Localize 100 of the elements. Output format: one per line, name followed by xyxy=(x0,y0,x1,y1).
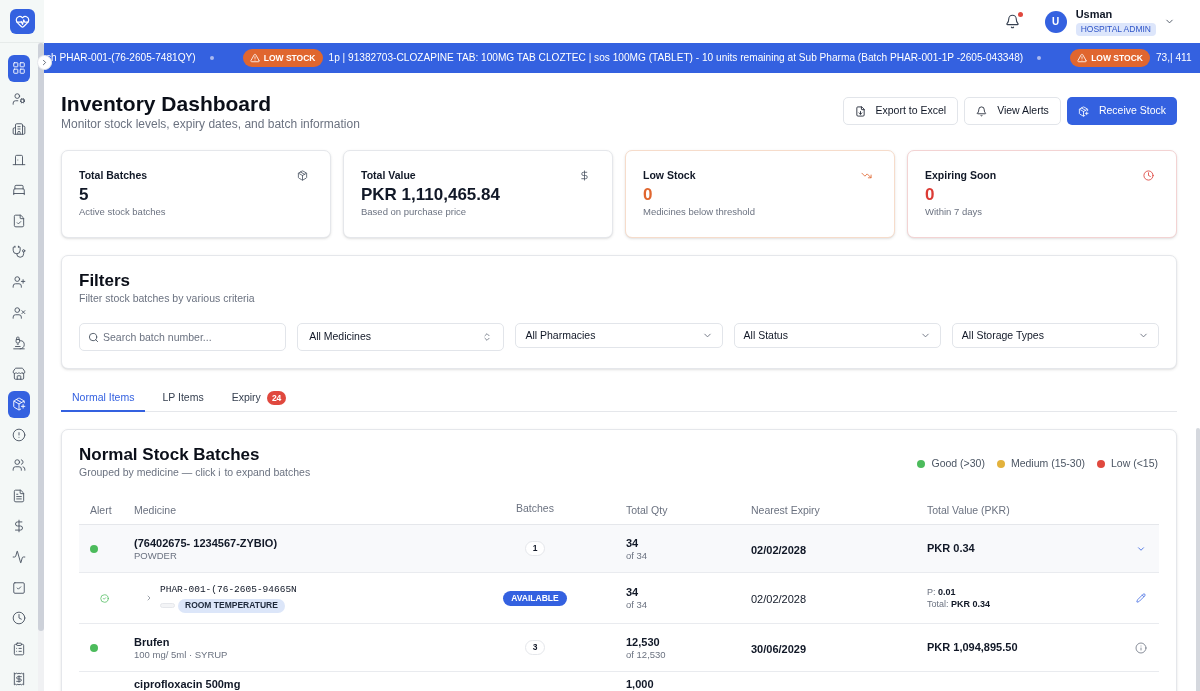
heart-pulse-icon[interactable] xyxy=(9,8,35,34)
legend-label: Good (>30) xyxy=(931,456,985,471)
column-header: Batches xyxy=(516,501,554,517)
dollar-icon xyxy=(12,519,26,534)
ticker-text: 73,| 411 xyxy=(1155,51,1192,66)
column-header: Total Qty xyxy=(626,504,668,516)
alert-type-label: LOW STOCK xyxy=(1091,51,1143,65)
user-name: Usman xyxy=(1075,7,1113,21)
user-gear-icon xyxy=(12,91,26,106)
scrollbar-thumb[interactable] xyxy=(38,43,44,631)
notification-bell-icon[interactable] xyxy=(1004,14,1020,29)
column-header: Nearest Expiry xyxy=(751,504,820,516)
warning-icon xyxy=(1077,53,1088,63)
tab[interactable]: Expiry 24 xyxy=(220,386,298,412)
pulse-line-icon xyxy=(12,550,26,564)
user-avatar[interactable]: U xyxy=(1044,10,1067,33)
stat-label: Expiring Soon xyxy=(925,168,997,182)
expiry-date: 30/06/2029 xyxy=(751,642,807,655)
line-total: Total: PKR 0.34 xyxy=(927,598,991,610)
microscope-icon xyxy=(12,336,26,351)
page-title: Inventory Dashboard xyxy=(61,91,273,117)
bell-icon xyxy=(976,105,988,117)
ticker-text: 1p | 91382703-CLOZAPINE TAB: 100MG TAB CLOZTEC | sos 100MG (TABLET) - 10 units remaining at Sub Pharma (Batch PHAR-001-1P -2605-043348) xyxy=(328,51,1024,66)
alerts-button[interactable]: View Alerts xyxy=(964,97,1061,125)
medicine-combobox[interactable]: All Medicines xyxy=(297,323,505,351)
availability-status: AVAILABLE xyxy=(503,590,567,606)
medicine-detail: POWDER xyxy=(134,549,178,562)
stat-note: Based on purchase price xyxy=(361,206,468,218)
alert-type-label: LOW STOCK xyxy=(263,51,316,65)
expiry-date: 02/02/2028 xyxy=(751,543,807,556)
store-icon xyxy=(12,366,26,381)
clock-icon xyxy=(12,611,26,626)
user-x-icon xyxy=(12,305,26,320)
table-title: Normal Stock Batches xyxy=(79,444,261,466)
column-header: Medicine xyxy=(134,504,177,516)
filter-select[interactable]: All Status xyxy=(733,323,941,348)
stat-label: Total Value xyxy=(361,168,416,182)
filter-select[interactable]: All Storage Types xyxy=(951,323,1159,348)
bed-icon xyxy=(12,183,26,198)
search-field[interactable]: Search batch number... xyxy=(79,323,287,351)
storage-tag: ROOM TEMPERATURE xyxy=(178,598,285,613)
check-circle-icon xyxy=(100,593,109,603)
building-icon xyxy=(12,122,26,137)
stat-label: Total Batches xyxy=(79,168,148,182)
package-plus-icon xyxy=(12,397,26,412)
sidebar-nav-button[interactable] xyxy=(8,54,30,82)
stat-label: Low Stock xyxy=(643,168,696,182)
empty-tag-icon xyxy=(160,603,175,608)
grid-icon xyxy=(12,61,26,76)
count-badge: 24 xyxy=(266,391,287,405)
stat-value: 0 xyxy=(925,184,936,206)
tab[interactable]: LP Items xyxy=(151,386,215,412)
filter-select[interactable]: All Pharmacies xyxy=(515,323,723,348)
chevrons-up-down-icon xyxy=(482,332,493,342)
export-button[interactable]: Export to Excel xyxy=(842,97,959,125)
quantity-value: 34 xyxy=(626,535,639,550)
user-plus-icon xyxy=(12,275,26,290)
total-value: PKR 1,094,895.50 xyxy=(927,640,1018,656)
medicine-detail: 100 mg/ 5ml · SYRUP xyxy=(134,648,228,661)
medicine-name: (76402675- 1234567-ZYBIO) xyxy=(134,535,278,550)
alert-circle-icon xyxy=(12,427,26,442)
column-header: Alert xyxy=(90,504,112,516)
stat-note: Medicines below threshold xyxy=(643,206,756,218)
stat-note: Within 7 days xyxy=(925,206,984,218)
warning-icon xyxy=(249,53,260,63)
package-plus-icon xyxy=(1077,105,1089,117)
table-subtitle: Grouped by medicine — click ℹ to expand batches xyxy=(79,466,311,479)
expiry-date: 02/02/2028 xyxy=(751,593,807,605)
scrollbar-thumb[interactable] xyxy=(1196,428,1200,691)
dollar-icon xyxy=(579,169,590,181)
stat-note: Active stock batches xyxy=(79,206,167,218)
unit-price: P: 0.01 xyxy=(927,586,956,598)
batch-number: PHAR-001-(76-2605-94665N xyxy=(160,583,297,596)
quantity-value: 34 xyxy=(626,585,639,599)
quantity-total: of 34 xyxy=(626,599,648,611)
filters-title: Filters xyxy=(79,270,132,292)
clock-icon xyxy=(1143,169,1154,181)
tab[interactable]: Normal Items xyxy=(61,386,146,412)
filters-subtitle: Filter stock batches by various criteria xyxy=(79,292,256,305)
stethoscope-icon xyxy=(12,244,26,259)
checkbox-icon xyxy=(12,580,26,595)
users-icon xyxy=(12,458,26,473)
stat-value: 0 xyxy=(643,184,654,206)
clipboard-list-icon xyxy=(12,641,26,656)
medicine-name: Brufen xyxy=(134,634,171,649)
quantity-value: 1,000 xyxy=(626,677,654,691)
edit-icon[interactable] xyxy=(1136,593,1146,603)
chevron-right-icon xyxy=(40,58,49,67)
quantity-value: 12,530 xyxy=(626,634,660,649)
batch-count: 3 xyxy=(525,640,545,655)
receive-stock-button[interactable]: Receive Stock xyxy=(1066,97,1177,125)
door-icon xyxy=(12,152,26,167)
quantity-total: of 34 xyxy=(626,549,648,562)
chevron-right-icon[interactable] xyxy=(145,594,153,602)
quantity-total: of 12,530 xyxy=(626,648,666,661)
info-icon[interactable] xyxy=(1135,641,1147,654)
document-icon xyxy=(12,488,26,503)
sidebar-nav-button[interactable] xyxy=(8,390,30,418)
file-download-icon xyxy=(854,105,866,117)
package-icon xyxy=(297,169,308,181)
